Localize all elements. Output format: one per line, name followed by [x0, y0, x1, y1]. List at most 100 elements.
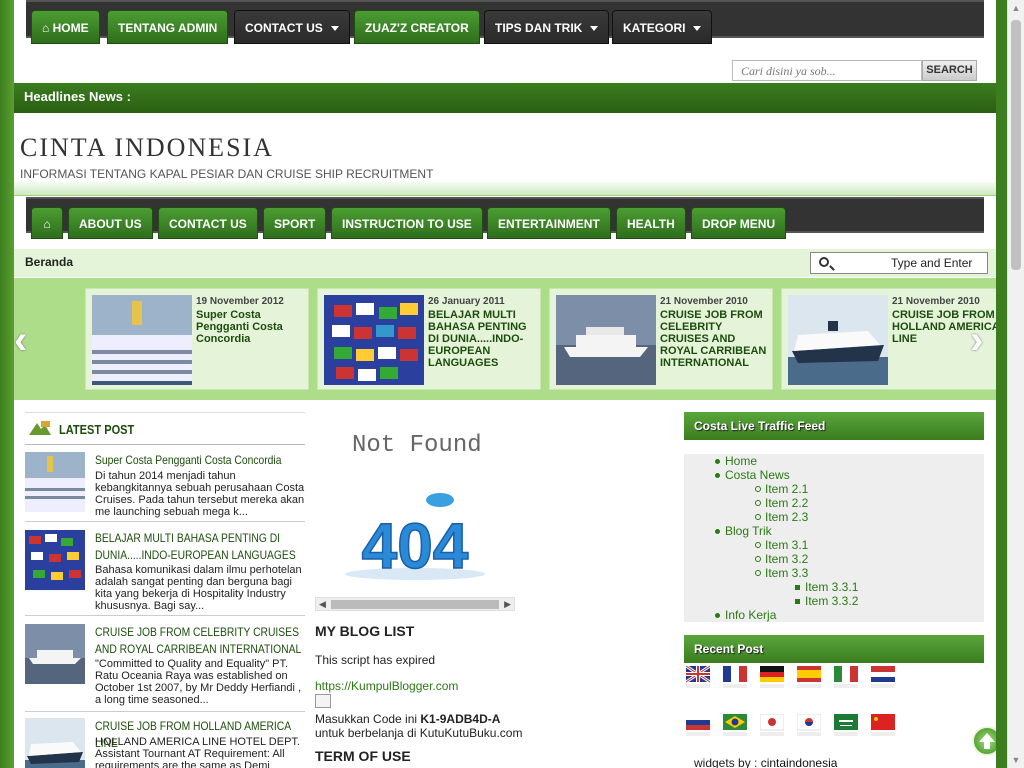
top-nav: ⌂ HOME TENTANG ADMIN CONTACT US ZUAZ'Z C… — [26, 0, 984, 44]
horizontal-scrollbar[interactable]: ◀ ▶ — [315, 597, 515, 611]
france-flag-icon[interactable] — [723, 666, 747, 688]
nav-health[interactable]: HEALTH — [616, 207, 686, 239]
menu-item-2-3[interactable]: Item 2.3 — [755, 510, 809, 524]
code-prefix: Masukkan Code ini — [315, 712, 421, 726]
slider-prev-icon[interactable]: ‹ — [14, 318, 27, 363]
post-title[interactable]: CRUISE JOB FROM CELEBRITY CRUISES AND RO… — [95, 624, 301, 658]
slide-title[interactable]: BELAJAR MULTI BAHASA PENTING DI DUNIA...… — [428, 309, 536, 369]
menu-label: Item 3.2 — [765, 552, 809, 566]
menu-item-3-1[interactable]: Item 3.1 — [755, 538, 808, 552]
slide-item[interactable]: 19 November 2012 Super Costa Pengganti C… — [85, 288, 309, 390]
nav-drop-menu[interactable]: DROP MENU — [691, 207, 787, 239]
nav-label: ABOUT US — [79, 217, 142, 231]
korea-flag-icon[interactable] — [797, 714, 821, 736]
broken-image-icon — [315, 694, 331, 708]
list-item[interactable]: CRUISE JOB FROM HOLLAND AMERICA LINE HOL… — [25, 718, 305, 768]
bullet — [755, 514, 761, 520]
search-input[interactable]: Cari disini ya sob... — [732, 60, 922, 81]
slide-title[interactable]: Super Costa Pengganti Costa Concordia — [196, 309, 304, 345]
arrow-up-icon — [979, 733, 995, 749]
menu-label: Blog Trik — [725, 524, 772, 538]
search-input-secondary[interactable]: Type and Enter — [810, 252, 988, 274]
error-404-text: 404 — [362, 510, 469, 582]
slider-next-icon[interactable]: › — [970, 318, 983, 363]
back-to-top-button[interactable] — [972, 726, 996, 756]
scroll-down-icon[interactable]: ▼ — [1008, 752, 1024, 768]
germany-flag-icon[interactable] — [760, 666, 784, 688]
post-thumbnail — [25, 718, 85, 768]
chevron-down-icon — [590, 26, 599, 32]
slide-item[interactable]: 21 November 2010 CRUISE JOB FROM CELEBRI… — [549, 288, 773, 390]
nav-instruction[interactable]: INSTRUCTION TO USE — [331, 207, 483, 239]
japan-flag-icon[interactable] — [760, 714, 784, 736]
nav-contact-us[interactable]: CONTACT US — [234, 10, 350, 44]
menu-item-info-kerja[interactable]: Info Kerja — [715, 608, 777, 622]
menu-item-3-2[interactable]: Item 3.2 — [755, 552, 809, 566]
slide-image-ship — [92, 295, 192, 385]
slide-title[interactable]: CRUISE JOB FROM CELEBRITY CRUISES AND RO… — [660, 309, 768, 369]
nav-tentang-admin[interactable]: TENTANG ADMIN — [107, 10, 229, 44]
scroll-up-icon[interactable]: ▲ — [1008, 0, 1024, 16]
latest-post-heading: LATEST POST — [25, 412, 305, 445]
code-line: Masukkan Code ini K1-9ADB4D-A — [315, 712, 500, 726]
latest-post-icon — [29, 421, 51, 435]
menu-label: Item 2.1 — [765, 482, 809, 496]
menu-item-costa-news[interactable]: Costa News — [715, 468, 790, 482]
menu-label: Item 3.3 — [765, 566, 809, 580]
traffic-feed-heading: Costa Live Traffic Feed — [684, 412, 984, 440]
nav-contact-us-main[interactable]: CONTACT US — [158, 207, 258, 239]
post-excerpt: Di tahun 2014 menjadi tahun kebangkitann… — [95, 470, 305, 518]
spain-flag-icon[interactable] — [797, 666, 821, 688]
russia-flag-icon[interactable] — [686, 714, 710, 736]
menu-item-3-3[interactable]: Item 3.3 — [755, 566, 809, 580]
china-flag-icon[interactable] — [871, 714, 895, 736]
saudi-flag-icon[interactable] — [834, 714, 858, 736]
home-icon: ⌂ — [42, 21, 50, 35]
nav-home-button[interactable]: ⌂ — [31, 207, 63, 239]
menu-item-3-3-1[interactable]: Item 3.3.1 — [795, 580, 858, 594]
nav-kategori[interactable]: KATEGORI — [612, 10, 713, 44]
scrollbar-thumb[interactable] — [331, 600, 499, 609]
site-title[interactable]: CINTA INDONESIA — [20, 133, 274, 163]
sidebar-menu-box: Home Costa News Item 2.1 Item 2.2 Item 2… — [684, 454, 984, 622]
widgets-link[interactable]: cintaindonesia — [761, 756, 838, 768]
menu-item-2-1[interactable]: Item 2.1 — [755, 482, 809, 496]
nav-entertainment[interactable]: ENTERTAINMENT — [487, 207, 611, 239]
nav-tips[interactable]: TIPS DAN TRIK — [484, 10, 610, 44]
menu-item-3-3-2[interactable]: Item 3.3.2 — [795, 594, 858, 608]
menu-label: Item 2.3 — [765, 510, 809, 524]
list-item[interactable]: Super Costa Pengganti Costa Concordia Di… — [25, 452, 305, 522]
nav-sport[interactable]: SPORT — [263, 207, 327, 239]
list-item[interactable]: BELAJAR MULTI BAHASA PENTING DI DUNIA...… — [25, 530, 305, 616]
netherlands-flag-icon[interactable] — [871, 666, 895, 688]
nav-creator[interactable]: ZUAZ'Z CREATOR — [354, 10, 480, 44]
nav-about-us[interactable]: ABOUT US — [68, 207, 153, 239]
scroll-right-icon[interactable]: ▶ — [504, 599, 511, 610]
menu-item-blog-trik[interactable]: Blog Trik — [715, 524, 772, 538]
expired-text: This script has expired — [315, 653, 436, 667]
italy-flag-icon[interactable] — [834, 666, 858, 688]
brazil-flag-icon[interactable] — [723, 714, 747, 736]
scroll-left-icon[interactable]: ◀ — [319, 599, 326, 610]
vertical-scrollbar[interactable]: ▲ ▼ — [1007, 0, 1024, 768]
nav-label: TENTANG ADMIN — [118, 21, 218, 35]
slide-item[interactable]: 26 January 2011 BELAJAR MULTI BAHASA PEN… — [317, 288, 541, 390]
scrollbar-thumb[interactable] — [1011, 20, 1021, 270]
menu-item-home[interactable]: Home — [715, 454, 757, 468]
chevron-down-icon — [330, 26, 339, 32]
nav-home[interactable]: ⌂ HOME — [31, 10, 100, 44]
slide-item[interactable]: 21 November 2010 CRUISE JOB FROM HOLLAND… — [781, 288, 996, 390]
menu-label: Info Kerja — [725, 608, 777, 622]
uk-flag-icon[interactable] — [686, 666, 710, 688]
search-button[interactable]: SEARCH — [922, 60, 977, 81]
nav-label: ENTERTAINMENT — [498, 217, 600, 231]
list-item[interactable]: CRUISE JOB FROM CELEBRITY CRUISES AND RO… — [25, 624, 305, 712]
kumpulblogger-link[interactable]: https://KumpulBlogger.com — [315, 679, 458, 693]
menu-item-2-2[interactable]: Item 2.2 — [755, 496, 808, 510]
nav-label: CONTACT US — [245, 21, 323, 35]
post-title[interactable]: Super Costa Pengganti Costa Concordia — [95, 452, 301, 469]
right-background — [996, 0, 1007, 768]
blog-list-heading: MY BLOG LIST — [315, 623, 415, 639]
post-title[interactable]: BELAJAR MULTI BAHASA PENTING DI DUNIA...… — [95, 530, 301, 564]
breadcrumb[interactable]: Beranda — [25, 255, 73, 269]
